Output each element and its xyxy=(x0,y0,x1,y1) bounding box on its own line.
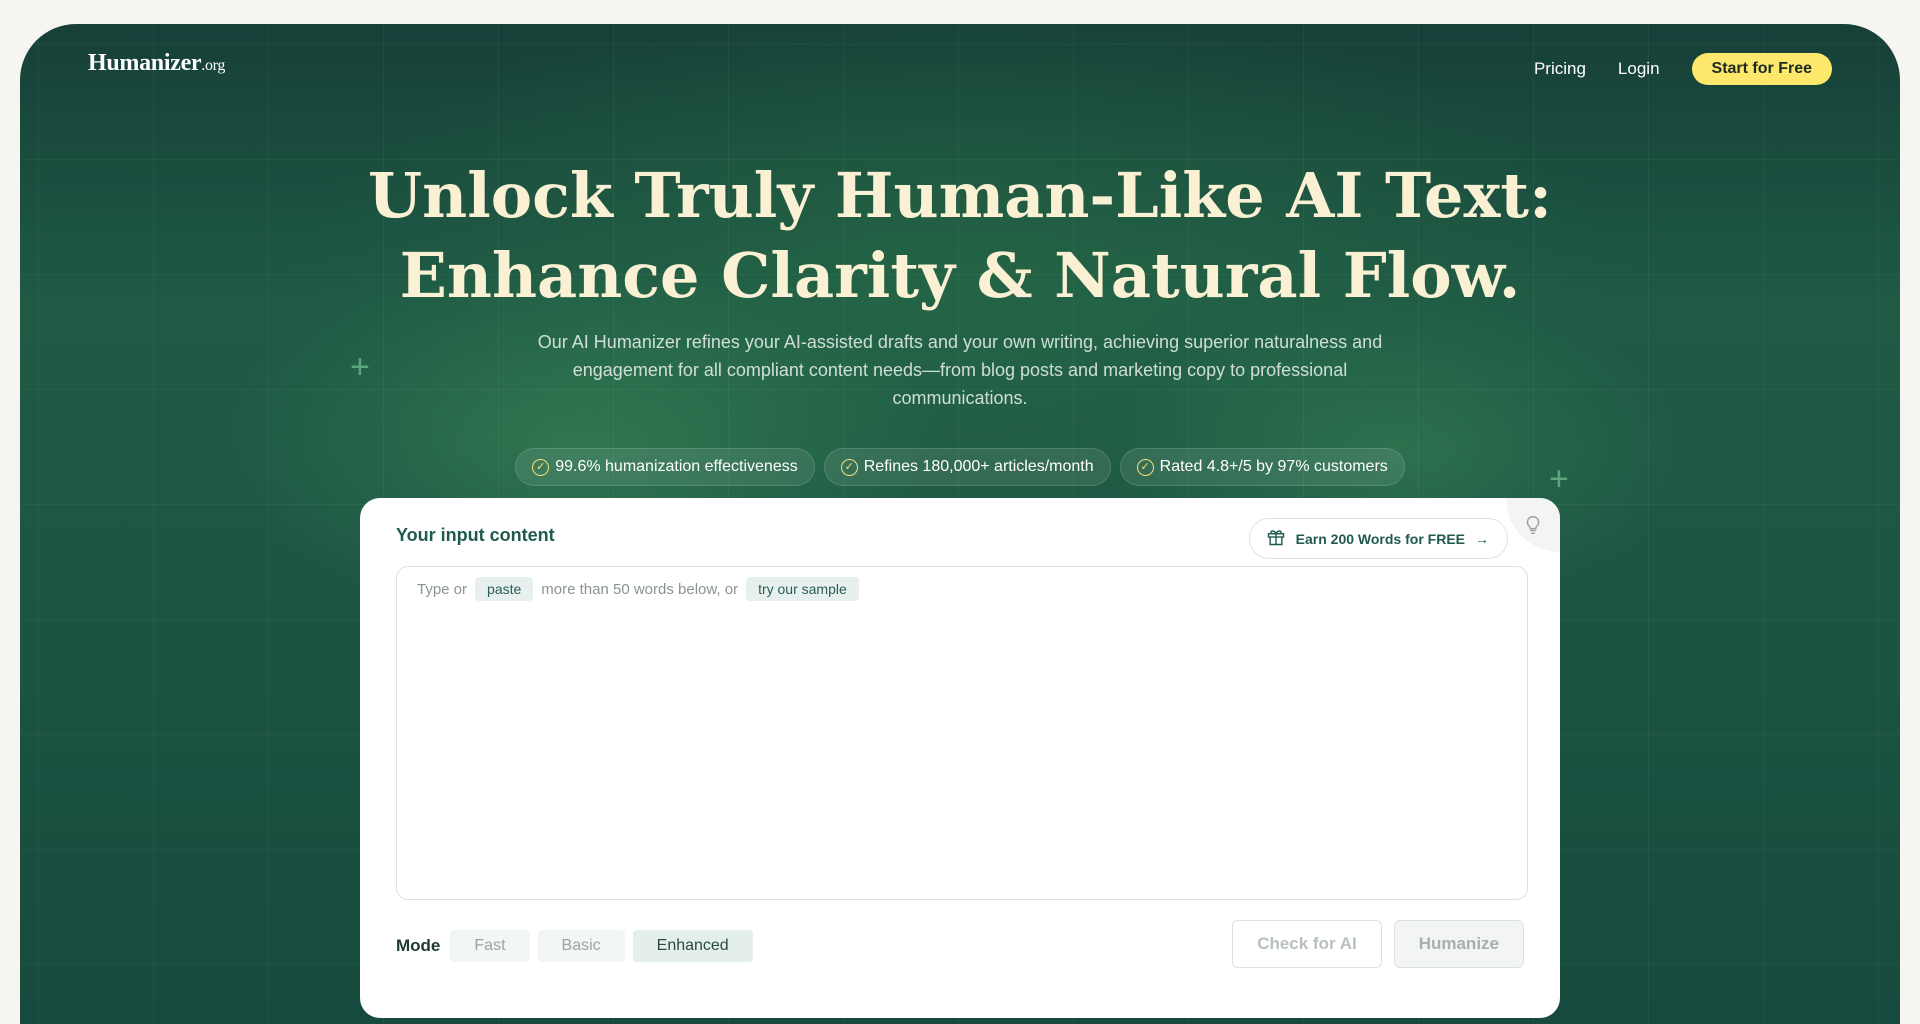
mode-fast[interactable]: Fast xyxy=(450,930,530,962)
mode-enhanced[interactable]: Enhanced xyxy=(632,930,753,962)
check-circle-icon: ✓ xyxy=(1136,458,1154,476)
try-sample-button[interactable]: try our sample xyxy=(746,577,859,601)
lightbulb-icon[interactable] xyxy=(1506,498,1560,552)
input-hint: Type or paste more than 50 words below, … xyxy=(417,577,859,601)
input-panel: Your input content Earn 200 Words for FR… xyxy=(360,498,1560,1018)
paste-button[interactable]: paste xyxy=(475,577,534,601)
logo[interactable]: Humanizer.org xyxy=(88,50,225,77)
earn-words-button[interactable]: Earn 200 Words for FREE → xyxy=(1248,518,1508,559)
top-nav: Pricing Login Start for Free xyxy=(1534,53,1832,85)
check-circle-icon: ✓ xyxy=(532,458,550,476)
login-link[interactable]: Login xyxy=(1618,59,1660,79)
arrow-right-icon: → xyxy=(1475,530,1489,547)
stat-badge: ✓ 99.6% humanization effectiveness xyxy=(515,448,815,486)
action-buttons: Check for AI Humanize xyxy=(1232,920,1524,968)
gift-icon xyxy=(1266,527,1286,550)
stat-badge: ✓ Rated 4.8+/5 by 97% customers xyxy=(1119,448,1405,486)
plus-decoration-icon: + xyxy=(350,348,370,386)
stat-badge: ✓ Refines 180,000+ articles/month xyxy=(823,448,1111,486)
mode-basic[interactable]: Basic xyxy=(537,930,625,962)
check-for-ai-button[interactable]: Check for AI xyxy=(1232,920,1382,968)
mode-label: Mode xyxy=(396,936,441,955)
start-for-free-button[interactable]: Start for Free xyxy=(1691,53,1832,85)
stats-row: ✓ 99.6% humanization effectiveness ✓ Ref… xyxy=(20,448,1900,486)
hero-subtitle: Our AI Humanizer refines your AI-assiste… xyxy=(537,332,1383,408)
pricing-link[interactable]: Pricing xyxy=(1534,59,1586,79)
content-input[interactable]: Type or paste more than 50 words below, … xyxy=(396,566,1528,900)
mode-selector: Mode Fast Basic Enhanced xyxy=(396,930,753,962)
check-circle-icon: ✓ xyxy=(840,458,858,476)
humanize-button[interactable]: Humanize xyxy=(1393,920,1524,968)
panel-title: Your input content xyxy=(396,525,555,545)
page-title: Unlock Truly Human-Like AI Text: Enhance… xyxy=(368,159,1552,312)
